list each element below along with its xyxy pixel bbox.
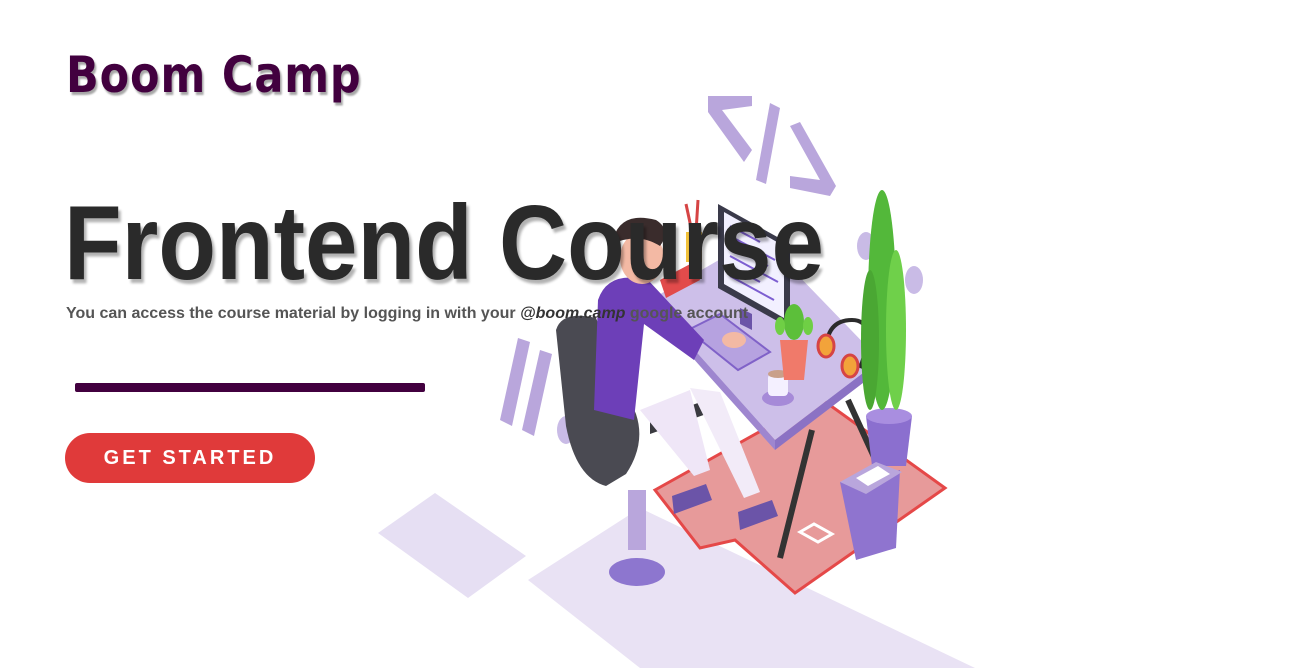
subtitle-prefix: You can access the course material by lo… bbox=[66, 305, 521, 322]
code-symbol-icon bbox=[708, 96, 836, 196]
get-started-button[interactable]: GET STARTED bbox=[65, 433, 315, 483]
email-domain-text: @boom.camp bbox=[520, 305, 626, 322]
page-title: Frontend Course bbox=[64, 184, 824, 302]
brand-logo[interactable]: Boom Camp bbox=[66, 46, 362, 104]
wall-dot-icon bbox=[905, 266, 923, 294]
title-divider bbox=[75, 383, 425, 392]
course-access-note: You can access the course material by lo… bbox=[66, 305, 748, 323]
floor-panel-small bbox=[378, 493, 526, 598]
subtitle-suffix: google account bbox=[625, 305, 749, 322]
potted-plant-icon bbox=[861, 190, 912, 466]
decor-bars-icon bbox=[500, 338, 552, 436]
